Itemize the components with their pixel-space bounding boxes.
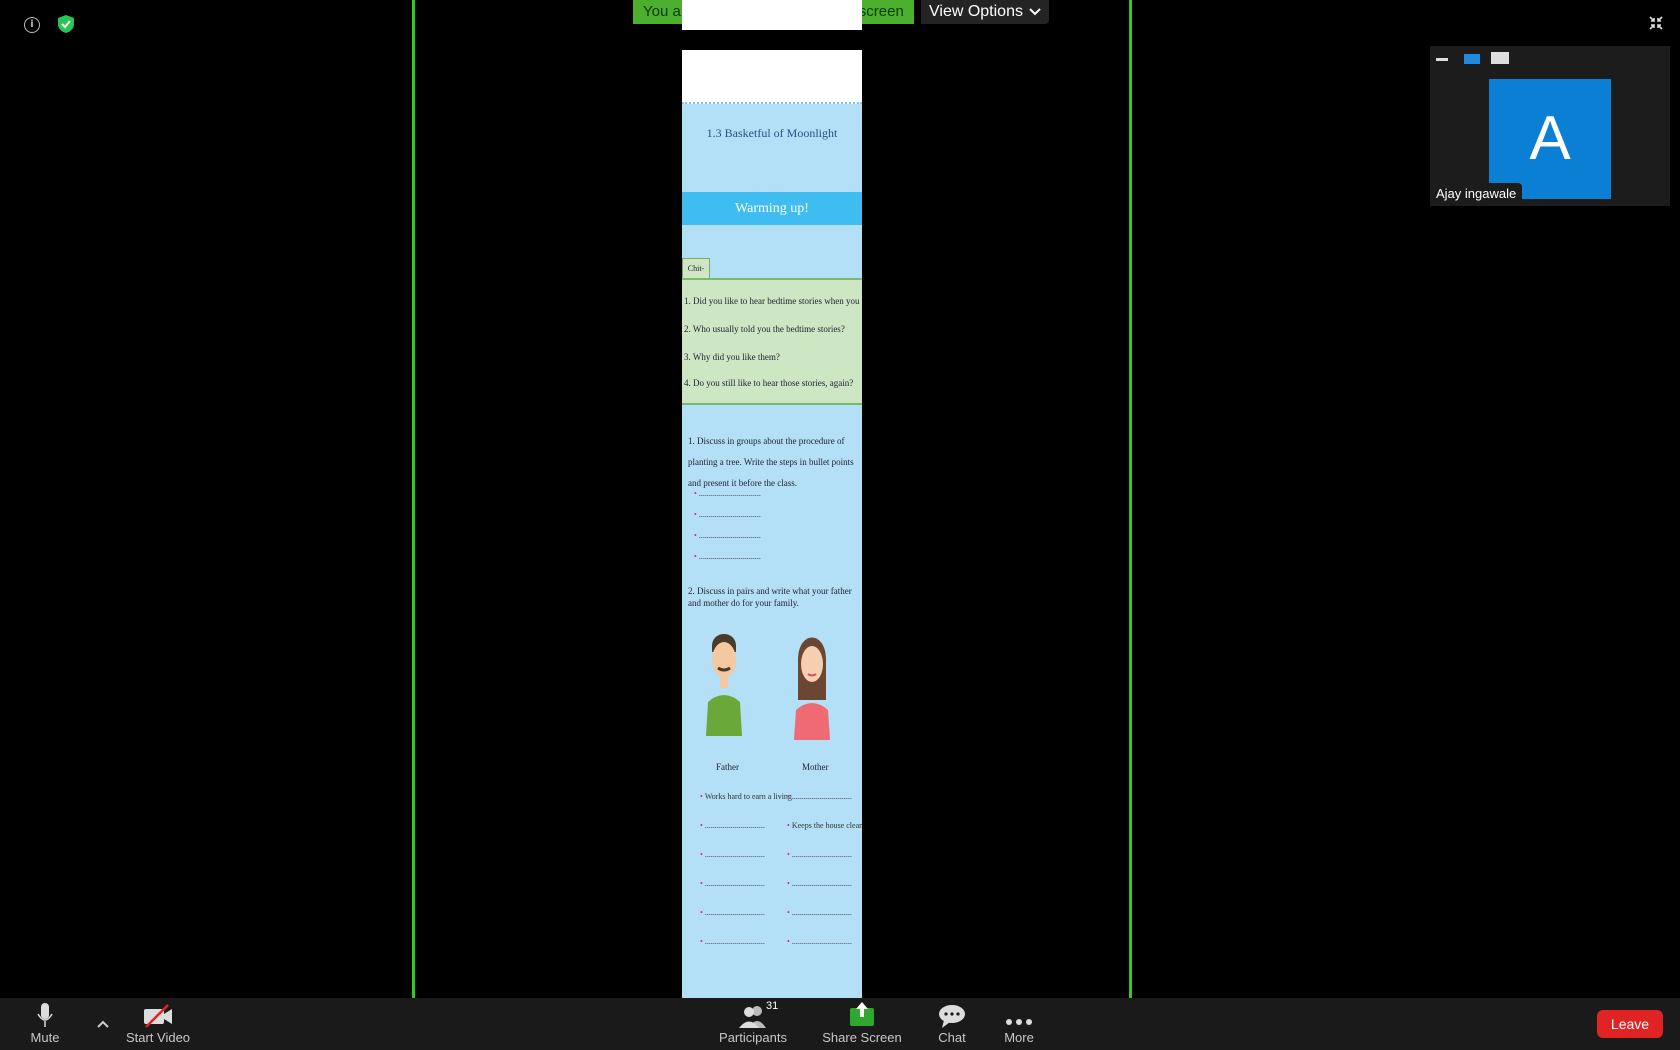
start-video-button[interactable]: Start Video bbox=[124, 998, 192, 1050]
participants-icon bbox=[716, 998, 790, 1028]
share-screen-label: Share Screen bbox=[822, 1030, 902, 1045]
start-video-label: Start Video bbox=[125, 1030, 191, 1045]
chat-button[interactable]: Chat bbox=[932, 998, 972, 1050]
father-item: •.............................. bbox=[700, 821, 765, 830]
shared-document[interactable]: 1.3 Basketful of Moonlight Warming up! C… bbox=[682, 0, 862, 998]
mother-label: Mother bbox=[802, 762, 829, 772]
father-item: •.............................. bbox=[700, 879, 765, 888]
doc-page-top bbox=[682, 0, 862, 30]
participants-button[interactable]: Participants bbox=[716, 998, 790, 1050]
chapter-title: 1.3 Basketful of Moonlight bbox=[706, 126, 838, 140]
gallery-thumbnail-view-icon[interactable] bbox=[1491, 52, 1509, 64]
encryption-shield-icon[interactable] bbox=[58, 15, 74, 33]
chat-label: Chat bbox=[938, 1030, 966, 1045]
mute-button[interactable]: Mute bbox=[20, 998, 70, 1050]
doc-page-gap bbox=[682, 30, 862, 50]
question: 2. Who usually told you the bedtime stor… bbox=[684, 324, 845, 334]
mother-item: •.............................. bbox=[787, 879, 852, 888]
audio-options-chevron-up-icon[interactable] bbox=[96, 1016, 110, 1028]
blank-line: •............................... bbox=[694, 489, 761, 498]
father-illustration bbox=[706, 634, 742, 736]
blank-line: •............................... bbox=[694, 531, 761, 540]
mother-item: • Keeps the house clean bbox=[787, 821, 862, 830]
participants-label: Participants bbox=[719, 1030, 787, 1045]
single-video-view-icon[interactable] bbox=[1464, 54, 1480, 64]
question: 3. Why did you like them? bbox=[684, 352, 780, 362]
father-item: •.............................. bbox=[700, 937, 765, 946]
mother-item: •.............................. bbox=[787, 937, 852, 946]
chevron-down-icon bbox=[1029, 8, 1041, 16]
doc-page-header bbox=[682, 50, 862, 104]
blank-line: •............................... bbox=[694, 510, 761, 519]
view-options-label: View Options bbox=[929, 3, 1023, 20]
info-icon[interactable]: i bbox=[24, 17, 40, 33]
participant-avatar: A bbox=[1489, 79, 1611, 199]
father-label: Father bbox=[716, 762, 739, 772]
leave-meeting-button[interactable]: Leave bbox=[1597, 1010, 1663, 1038]
father-item: •.............................. bbox=[700, 850, 765, 859]
participants-count-badge: 31 bbox=[766, 1000, 779, 1012]
microphone-icon bbox=[20, 998, 70, 1028]
mother-item: •.............................. bbox=[787, 792, 852, 801]
share-screen-icon bbox=[822, 998, 902, 1028]
more-button[interactable]: More bbox=[998, 998, 1040, 1050]
video-off-icon bbox=[124, 998, 192, 1028]
father-item: • Works hard to earn a living bbox=[700, 792, 792, 801]
view-options-button[interactable]: View Options bbox=[921, 0, 1049, 24]
share-screen-button[interactable]: Share Screen bbox=[822, 998, 902, 1050]
mother-illustration bbox=[794, 637, 830, 740]
section-banner: Warming up! bbox=[682, 192, 862, 225]
exit-fullscreen-icon[interactable] bbox=[1648, 16, 1664, 32]
mute-label: Mute bbox=[30, 1030, 60, 1045]
more-options-icon bbox=[998, 998, 1040, 1028]
blank-line: •............................... bbox=[694, 552, 761, 561]
mother-item: •.............................. bbox=[787, 850, 852, 859]
task-1-text: 1. Discuss in groups about the procedure… bbox=[688, 436, 854, 488]
more-label: More bbox=[1004, 1030, 1034, 1045]
question: 1. Did you like to hear bedtime stories … bbox=[684, 296, 862, 306]
participant-name: Ajay ingawale bbox=[1430, 183, 1523, 205]
question: 4. Do you still like to hear those stori… bbox=[684, 378, 854, 388]
father-item: •.............................. bbox=[700, 908, 765, 917]
chitchat-tag: Chit-Chat bbox=[682, 258, 710, 293]
share-border-right bbox=[1129, 0, 1132, 998]
task-2-text: 2. Discuss in pairs and write what your … bbox=[688, 586, 852, 608]
minimize-thumbnail-icon[interactable] bbox=[1436, 58, 1448, 61]
mother-item: •.............................. bbox=[787, 908, 852, 917]
chat-bubble-icon bbox=[932, 998, 972, 1028]
share-border-left bbox=[412, 0, 415, 998]
